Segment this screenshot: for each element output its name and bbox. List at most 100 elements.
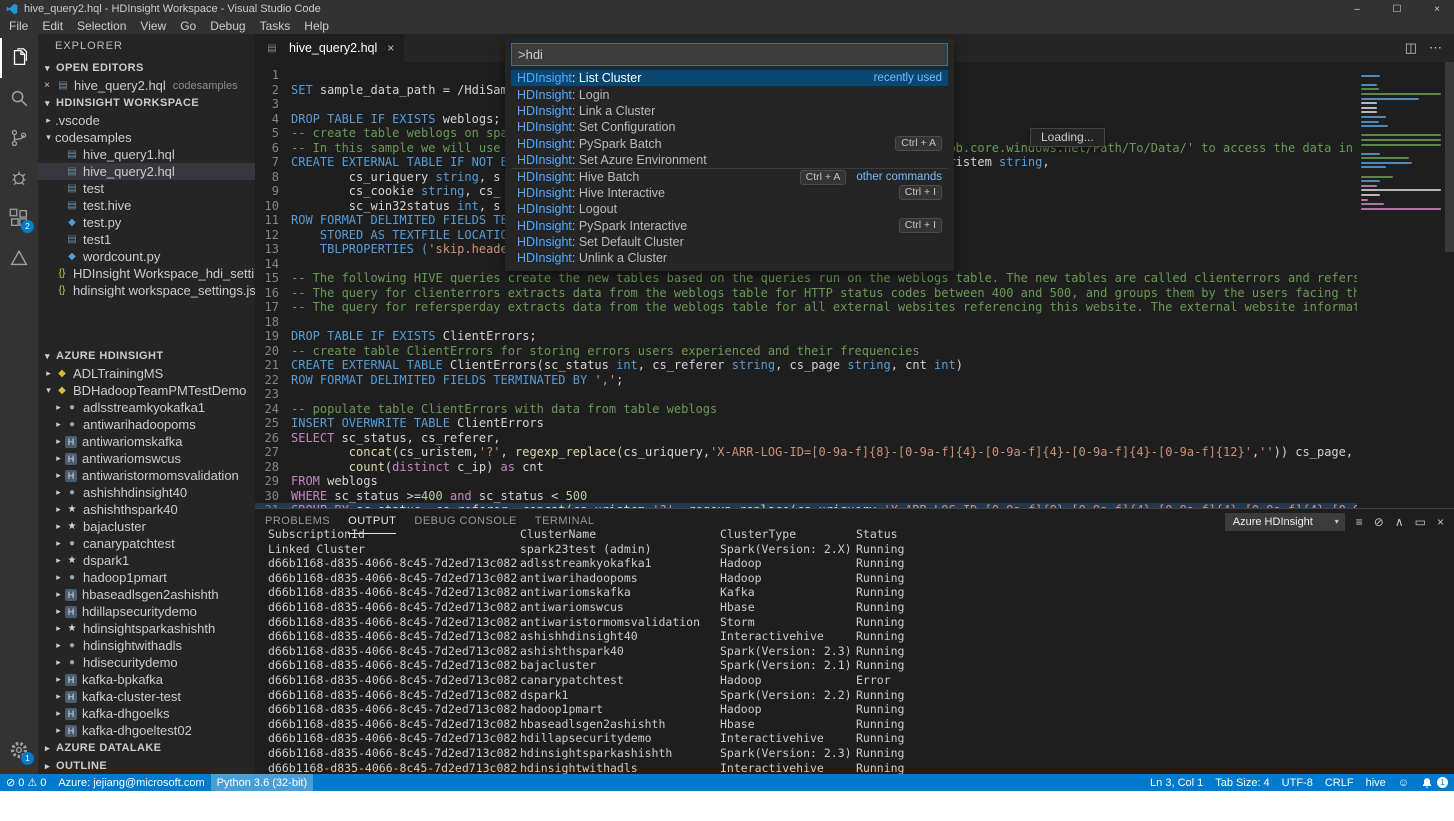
menu-go[interactable]: Go xyxy=(173,18,203,34)
cluster-item[interactable]: ▸Hkafka-bpkafka xyxy=(38,671,255,688)
scrollbar-thumb[interactable] xyxy=(1445,62,1454,252)
command-item[interactable]: HDInsight: PySpark InteractiveCtrl + I xyxy=(511,218,948,234)
cluster-item[interactable]: ▸Hkafka-dhgoelks xyxy=(38,705,255,722)
cluster-type-cell: ClusterType xyxy=(720,527,856,542)
cluster-item[interactable]: ▸●ashishhdinsight40 xyxy=(38,484,255,501)
workspace-item[interactable]: ▤hive_query2.hql xyxy=(38,163,255,180)
settings-icon[interactable]: 1 xyxy=(0,730,38,770)
menu-view[interactable]: View xyxy=(133,18,173,34)
cluster-type-cell: Hadoop xyxy=(720,556,856,571)
cluster-item[interactable]: ▸Hhbaseadlsgen2ashishth xyxy=(38,586,255,603)
command-item[interactable]: HDInsight: Set Default Cluster xyxy=(511,234,948,250)
close-panel-icon[interactable]: × xyxy=(1437,516,1444,528)
cluster-item[interactable]: ▸Hhdillapsecuritydemo xyxy=(38,603,255,620)
menu-file[interactable]: File xyxy=(2,18,35,34)
panel-layout-icon[interactable]: ▭ xyxy=(1415,516,1426,528)
command-item[interactable]: HDInsight: Unlink a Cluster xyxy=(511,250,948,266)
close-button[interactable]: × xyxy=(1420,0,1454,18)
cluster-item[interactable]: ▸●adlsstreamkyokafka1 xyxy=(38,399,255,416)
section-workspace[interactable]: ▾ HDINSIGHT WORKSPACE xyxy=(38,94,255,112)
workspace-item[interactable]: ▾codesamples xyxy=(38,129,255,146)
cluster-item[interactable]: ▸Hantiwariomswcus xyxy=(38,450,255,467)
command-item[interactable]: HDInsight: Set Configuration xyxy=(511,119,948,135)
cluster-item[interactable]: ▸●canarypatchtest xyxy=(38,535,255,552)
cluster-item[interactable]: ▾◆BDHadoopTeamPMTestDemo xyxy=(38,382,255,399)
cluster-item[interactable]: ▸◆ADLTrainingMS xyxy=(38,365,255,382)
extensions-icon[interactable]: 2 xyxy=(0,198,38,238)
hdinsight-icon[interactable] xyxy=(0,238,38,278)
command-item[interactable]: HDInsight: Set Azure Environment xyxy=(511,152,948,168)
cluster-item[interactable]: ▸Hkafka-cluster-test xyxy=(38,688,255,705)
workspace-item[interactable]: ▤test.hive xyxy=(38,197,255,214)
cluster-status-cell: Running xyxy=(856,717,1454,732)
feedback-smiley-icon[interactable]: ☺ xyxy=(1392,774,1415,791)
workspace-item[interactable]: {}HDInsight Workspace_hdi_settings.json xyxy=(38,265,255,282)
command-item[interactable]: HDInsight: List Clusterrecently used xyxy=(511,70,948,86)
close-editor-icon[interactable]: × xyxy=(38,80,56,91)
cluster-item[interactable]: ▸★dspark1 xyxy=(38,552,255,569)
open-log-icon[interactable]: ≡ xyxy=(1356,516,1363,528)
tab-close-icon[interactable]: × xyxy=(387,41,394,55)
section-azure-hdinsight[interactable]: ▾ AZURE HDINSIGHT xyxy=(38,347,255,365)
menu-edit[interactable]: Edit xyxy=(35,18,70,34)
command-item[interactable]: HDInsight: Hive InteractiveCtrl + I xyxy=(511,185,948,201)
section-outline[interactable]: ▸ OUTLINE xyxy=(38,757,255,774)
cluster-item[interactable]: ▸★hdinsightsparkashishth xyxy=(38,620,255,637)
workspace-item[interactable]: ▤test1 xyxy=(38,231,255,248)
command-palette-input[interactable] xyxy=(511,43,948,66)
file-icon: ▤ xyxy=(65,200,79,211)
cluster-item[interactable]: ▸Hantiwariomskafka xyxy=(38,433,255,450)
command-item[interactable]: HDInsight: Login xyxy=(511,86,948,102)
clear-output-icon[interactable]: ⊘ xyxy=(1374,516,1384,528)
notifications-bell-icon[interactable]: 1 xyxy=(1415,774,1454,791)
section-azure-datalake[interactable]: ▸ AZURE DATALAKE xyxy=(38,739,255,757)
search-icon[interactable] xyxy=(0,78,38,118)
open-editor-item[interactable]: ×▤hive_query2.hqlcodesamples xyxy=(38,77,255,94)
menu-help[interactable]: Help xyxy=(297,18,336,34)
tab-hive-query2[interactable]: ▤ hive_query2.hql × xyxy=(255,34,404,62)
more-actions-icon[interactable]: ⋯ xyxy=(1429,40,1442,56)
cluster-item[interactable]: ▸★ashishthspark40 xyxy=(38,501,255,518)
command-item[interactable]: HDInsight: PySpark BatchCtrl + A xyxy=(511,136,948,152)
cluster-item[interactable]: ▸●hadoop1pmart xyxy=(38,569,255,586)
cluster-item[interactable]: ▸★bajacluster xyxy=(38,518,255,535)
workspace-item[interactable]: ▤test xyxy=(38,180,255,197)
minimap[interactable] xyxy=(1357,62,1445,508)
menu-selection[interactable]: Selection xyxy=(70,18,133,34)
maximize-button[interactable]: ☐ xyxy=(1380,0,1414,18)
cursor-position-status[interactable]: Ln 3, Col 1 xyxy=(1144,774,1209,791)
workspace-item[interactable]: ▸.vscode xyxy=(38,112,255,129)
debug-icon[interactable] xyxy=(0,158,38,198)
section-open-editors[interactable]: ▾ OPEN EDITORS xyxy=(38,59,255,77)
eol-status[interactable]: CRLF xyxy=(1319,774,1360,791)
split-editor-icon[interactable]: ◫ xyxy=(1405,40,1417,56)
cluster-item[interactable]: ▸●hdisecuritydemo xyxy=(38,654,255,671)
language-mode-status[interactable]: hive xyxy=(1360,774,1392,791)
python-version-status[interactable]: Python 3.6 (32-bit) xyxy=(211,774,314,791)
editor-scrollbar[interactable] xyxy=(1445,62,1454,508)
tab-size-status[interactable]: Tab Size: 4 xyxy=(1209,774,1275,791)
minimize-button[interactable]: – xyxy=(1340,0,1374,18)
window-title: hive_query2.hql - HDInsight Workspace - … xyxy=(24,3,321,15)
encoding-status[interactable]: UTF-8 xyxy=(1276,774,1319,791)
command-item[interactable]: HDInsight: Link a Cluster xyxy=(511,103,948,119)
code-token: )) cs_page, xyxy=(1274,445,1353,459)
cluster-item[interactable]: ▸Hkafka-dhgoeltest02 xyxy=(38,722,255,739)
cluster-item[interactable]: ▸Hantiwaristormomsvalidation xyxy=(38,467,255,484)
cluster-item[interactable]: ▸●antiwarihadoopoms xyxy=(38,416,255,433)
explorer-icon[interactable] xyxy=(0,38,38,78)
workspace-item[interactable]: {}hdinsight workspace_settings.json xyxy=(38,282,255,299)
maximize-panel-icon[interactable]: ∧ xyxy=(1395,516,1404,528)
command-item[interactable]: HDInsight: Hive BatchCtrl + Aother comma… xyxy=(511,168,948,184)
workspace-item[interactable]: ◆wordcount.py xyxy=(38,248,255,265)
menu-tasks[interactable]: Tasks xyxy=(253,18,298,34)
output-console[interactable]: SubscriptionIdClusterNameClusterTypeStat… xyxy=(255,527,1454,774)
azure-account-status[interactable]: Azure: jejiang@microsoft.com xyxy=(52,774,210,791)
command-item[interactable]: HDInsight: Logout xyxy=(511,201,948,217)
workspace-item[interactable]: ▤hive_query1.hql xyxy=(38,146,255,163)
cluster-item[interactable]: ▸●hdinsightwithadls xyxy=(38,637,255,654)
workspace-item[interactable]: ◆test.py xyxy=(38,214,255,231)
problems-status[interactable]: ⊘ 0 ⚠ 0 xyxy=(0,774,52,791)
source-control-icon[interactable] xyxy=(0,118,38,158)
menu-debug[interactable]: Debug xyxy=(203,18,252,34)
